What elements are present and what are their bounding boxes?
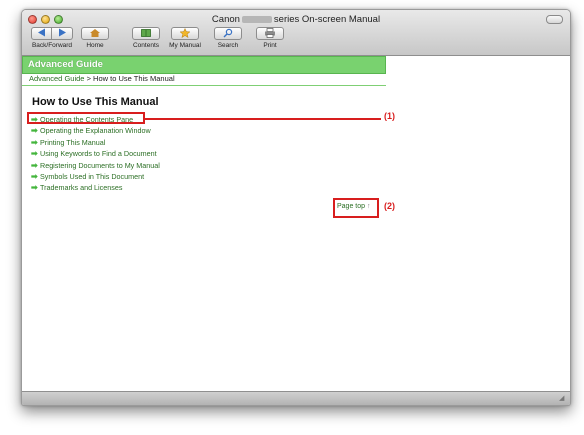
back-forward-label: Back/Forward xyxy=(31,42,73,49)
my-manual-label: My Manual xyxy=(169,42,201,49)
star-icon xyxy=(179,27,191,39)
green-arrow-icon: ➡ xyxy=(31,137,38,147)
search-button[interactable] xyxy=(214,27,242,40)
list-item[interactable]: ➡ Trademarks and Licenses xyxy=(31,183,160,194)
resize-grip-icon[interactable]: ◢ xyxy=(559,395,567,403)
search-icon xyxy=(223,28,233,38)
home-label: Home xyxy=(86,42,104,49)
list-item[interactable]: ➡ Registering Documents to My Manual xyxy=(31,161,160,172)
home-button[interactable] xyxy=(81,27,109,40)
printer-icon xyxy=(265,28,275,38)
breadcrumb-separator: > xyxy=(86,74,91,83)
toolbar: Canon series On-screen Manual Back/Forwar… xyxy=(22,10,570,56)
breadcrumb-root-link[interactable]: Advanced Guide xyxy=(29,74,84,83)
green-arrow-icon: ➡ xyxy=(31,160,38,170)
contents-button[interactable] xyxy=(132,27,160,40)
callout-label-2: (2) xyxy=(384,201,395,211)
manual-window: Canon series On-screen Manual Back/Forwar… xyxy=(21,9,571,406)
forward-button[interactable] xyxy=(52,27,73,40)
window-title-right: series On-screen Manual xyxy=(273,14,381,25)
status-bar: ◢ xyxy=(22,391,570,405)
print-label: Print xyxy=(263,42,277,49)
topic-link-list: ➡ Operating the Contents Pane ➡ Operating … xyxy=(31,115,160,195)
topic-link[interactable]: Printing This Manual xyxy=(40,138,105,147)
list-item[interactable]: ➡ Using Keywords to Find a Document xyxy=(31,149,160,160)
back-arrow-icon xyxy=(37,28,45,37)
callout-line-1 xyxy=(145,118,381,120)
callout-label-1: (1) xyxy=(384,111,395,121)
breadcrumb: Advanced Guide > How to Use This Manual xyxy=(29,74,175,83)
list-item[interactable]: ➡ Symbols Used in This Document xyxy=(31,172,160,183)
topic-link[interactable]: Operating the Explanation Window xyxy=(40,126,151,135)
list-item[interactable]: ➡ Printing This Manual xyxy=(31,138,160,149)
green-arrow-icon: ➡ xyxy=(31,149,38,159)
toolbar-toggle-button[interactable] xyxy=(546,15,563,24)
search-label: Search xyxy=(217,42,239,49)
home-icon xyxy=(90,29,100,37)
page-title: How to Use This Manual xyxy=(32,96,159,108)
breadcrumb-divider xyxy=(22,85,386,86)
green-arrow-icon: ➡ xyxy=(31,183,38,193)
topic-link[interactable]: Using Keywords to Find a Document xyxy=(40,149,157,158)
page-top-label: Page top xyxy=(337,203,366,210)
up-arrow-icon: ↑ xyxy=(366,203,371,210)
forward-arrow-icon xyxy=(59,28,66,37)
page-top-link[interactable]: Page top ↑ xyxy=(337,203,370,210)
print-button[interactable] xyxy=(256,27,284,40)
window-title: Canon series On-screen Manual xyxy=(22,14,570,25)
window-title-left: Canon xyxy=(211,14,240,25)
redacted-model-name xyxy=(241,16,272,23)
topic-link[interactable]: Registering Documents to My Manual xyxy=(40,161,160,170)
green-arrow-icon: ➡ xyxy=(31,171,38,181)
topic-link[interactable]: Trademarks and Licenses xyxy=(40,183,122,192)
callout-box-1 xyxy=(27,112,145,124)
back-button[interactable] xyxy=(31,27,52,40)
contents-label: Contents xyxy=(132,42,160,49)
breadcrumb-current: How to Use This Manual xyxy=(93,74,175,83)
advanced-guide-banner: Advanced Guide xyxy=(22,56,386,74)
list-item[interactable]: ➡ Operating the Explanation Window xyxy=(31,126,160,137)
banner-title: Advanced Guide xyxy=(28,59,103,70)
my-manual-button[interactable] xyxy=(171,27,199,40)
green-arrow-icon: ➡ xyxy=(31,126,38,136)
topic-link[interactable]: Symbols Used in This Document xyxy=(40,172,144,181)
book-icon xyxy=(141,29,151,37)
